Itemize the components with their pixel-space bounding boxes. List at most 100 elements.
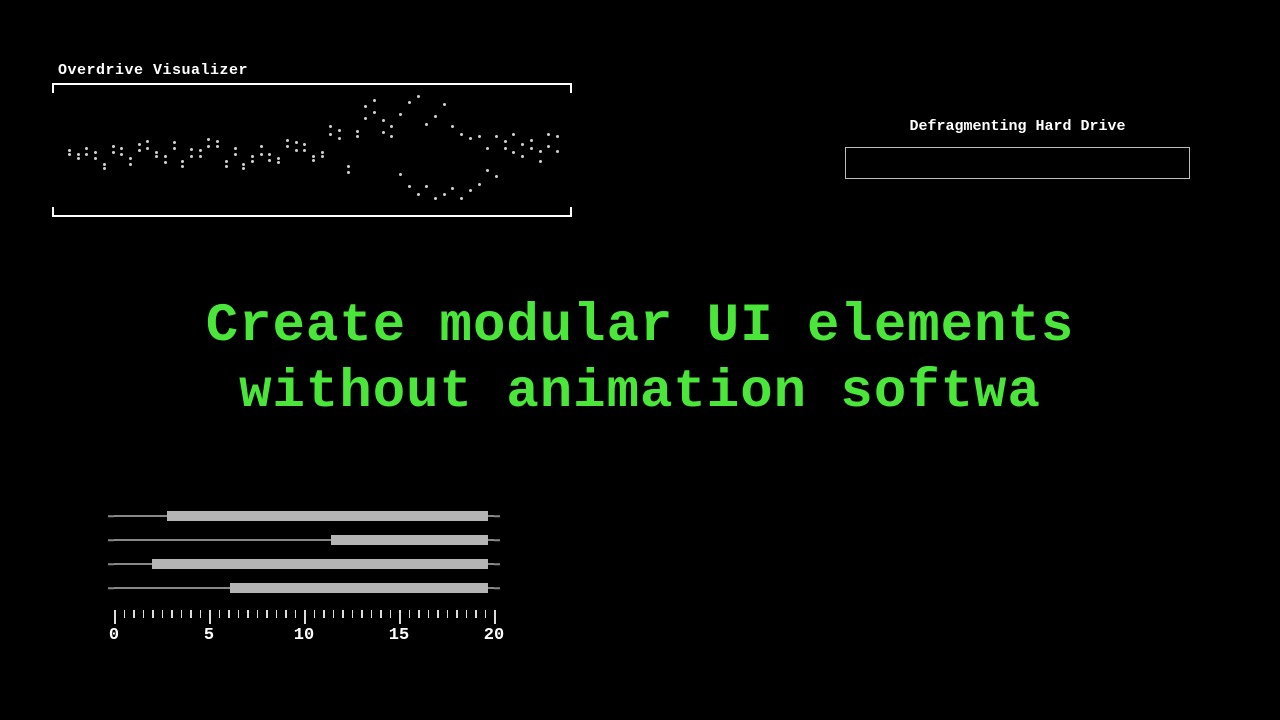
- visualizer-dot: [173, 141, 176, 144]
- visualizer-dot: [312, 159, 315, 162]
- ruler-tick-minor: [285, 610, 287, 618]
- ruler-tick-minor: [361, 610, 363, 618]
- visualizer-dot: [478, 183, 481, 186]
- visualizer-dot: [129, 157, 132, 160]
- visualizer-dot: [556, 150, 559, 153]
- visualizer-dot: [469, 137, 472, 140]
- visualizer-dot: [120, 147, 123, 150]
- ruler-tick-minor: [456, 610, 458, 618]
- visualizer-dot: [312, 155, 315, 158]
- visualizer-dot: [539, 150, 542, 153]
- visualizer-dot: [495, 175, 498, 178]
- visualizer-dot: [364, 105, 367, 108]
- ruler-tick-minor: [485, 610, 487, 618]
- visualizer-dot: [68, 153, 71, 156]
- ruler-tick-major: [209, 610, 211, 624]
- range-track: [114, 563, 494, 565]
- range-ruler: 05101520: [114, 610, 494, 644]
- visualizer-dot: [504, 147, 507, 150]
- visualizer-dot: [530, 139, 533, 142]
- visualizer-dot: [451, 187, 454, 190]
- visualizer-dot: [469, 189, 472, 192]
- ruler-tick-minor: [380, 610, 382, 618]
- ruler-label: 0: [109, 626, 119, 645]
- range-track: [114, 515, 494, 517]
- visualizer-dot: [268, 159, 271, 162]
- visualizer-dot: [225, 160, 228, 163]
- visualizer-dot: [164, 155, 167, 158]
- range-chart: 05101520: [114, 504, 494, 644]
- visualizer-dot: [460, 197, 463, 200]
- visualizer-dot: [164, 161, 167, 164]
- ruler-tick-minor: [190, 610, 192, 618]
- defrag-progress-bar: [845, 147, 1190, 179]
- visualizer-dot: [155, 155, 158, 158]
- visualizer-dot: [399, 173, 402, 176]
- visualizer-dot: [146, 140, 149, 143]
- range-bar: [331, 535, 489, 545]
- ruler-tick-minor: [447, 610, 449, 618]
- headline-line-1: Create modular UI elements: [206, 296, 1075, 357]
- visualizer-dot: [251, 155, 254, 158]
- visualizer-dot: [173, 147, 176, 150]
- visualizer-dot: [216, 145, 219, 148]
- ruler-tick-minor: [152, 610, 154, 618]
- ruler-tick-major: [114, 610, 116, 624]
- ruler-tick-minor: [124, 610, 126, 618]
- visualizer-dot: [216, 140, 219, 143]
- ruler-tick-minor: [390, 610, 392, 618]
- range-bar: [152, 559, 488, 569]
- visualizer-dot: [434, 115, 437, 118]
- visualizer-dot: [260, 153, 263, 156]
- ruler-label: 5: [204, 626, 214, 645]
- range-track: [114, 587, 494, 589]
- ruler-tick-minor: [475, 610, 477, 618]
- visualizer-dot: [181, 160, 184, 163]
- defrag-title: Defragmenting Hard Drive: [845, 118, 1190, 135]
- visualizer-dot: [408, 185, 411, 188]
- range-row: [114, 552, 494, 576]
- ruler-tick-major: [399, 610, 401, 624]
- visualizer-dot: [234, 147, 237, 150]
- ruler-tick-minor: [437, 610, 439, 618]
- ruler-tick-minor: [352, 610, 354, 618]
- ruler-tick-minor: [238, 610, 240, 618]
- visualizer-dot: [338, 129, 341, 132]
- visualizer-dot: [242, 163, 245, 166]
- ruler-tick-minor: [228, 610, 230, 618]
- visualizer-dot: [460, 133, 463, 136]
- ruler-label: 15: [389, 626, 409, 645]
- visualizer-dot: [303, 149, 306, 152]
- ruler-label: 10: [294, 626, 314, 645]
- visualizer-dot: [242, 167, 245, 170]
- visualizer-dot: [390, 135, 393, 138]
- visualizer-dot: [295, 149, 298, 152]
- ruler-tick-minor: [181, 610, 183, 618]
- visualizer-dot: [556, 135, 559, 138]
- visualizer-dot: [129, 163, 132, 166]
- visualizer-dot: [486, 147, 489, 150]
- ruler-tick-minor: [171, 610, 173, 618]
- visualizer-dot: [347, 171, 350, 174]
- visualizer-dot: [268, 153, 271, 156]
- visualizer-dot: [190, 155, 193, 158]
- defrag-panel: Defragmenting Hard Drive: [845, 118, 1190, 179]
- range-row: [114, 576, 494, 600]
- visualizer-dot: [303, 143, 306, 146]
- ruler-tick-major: [494, 610, 496, 624]
- visualizer-dot: [425, 185, 428, 188]
- visualizer-dot: [382, 119, 385, 122]
- ruler-tick-minor: [257, 610, 259, 618]
- visualizer-dot: [138, 143, 141, 146]
- visualizer-dot: [155, 151, 158, 154]
- ruler-tick-minor: [295, 610, 297, 618]
- ruler-tick-minor: [143, 610, 145, 618]
- visualizer-dot: [539, 160, 542, 163]
- ruler-tick-minor: [133, 610, 135, 618]
- overdrive-visualizer: Overdrive Visualizer: [52, 62, 572, 217]
- visualizer-dot: [138, 149, 141, 152]
- visualizer-dot: [251, 160, 254, 163]
- visualizer-dot: [425, 123, 428, 126]
- ruler-tick-major: [304, 610, 306, 624]
- visualizer-dot: [364, 117, 367, 120]
